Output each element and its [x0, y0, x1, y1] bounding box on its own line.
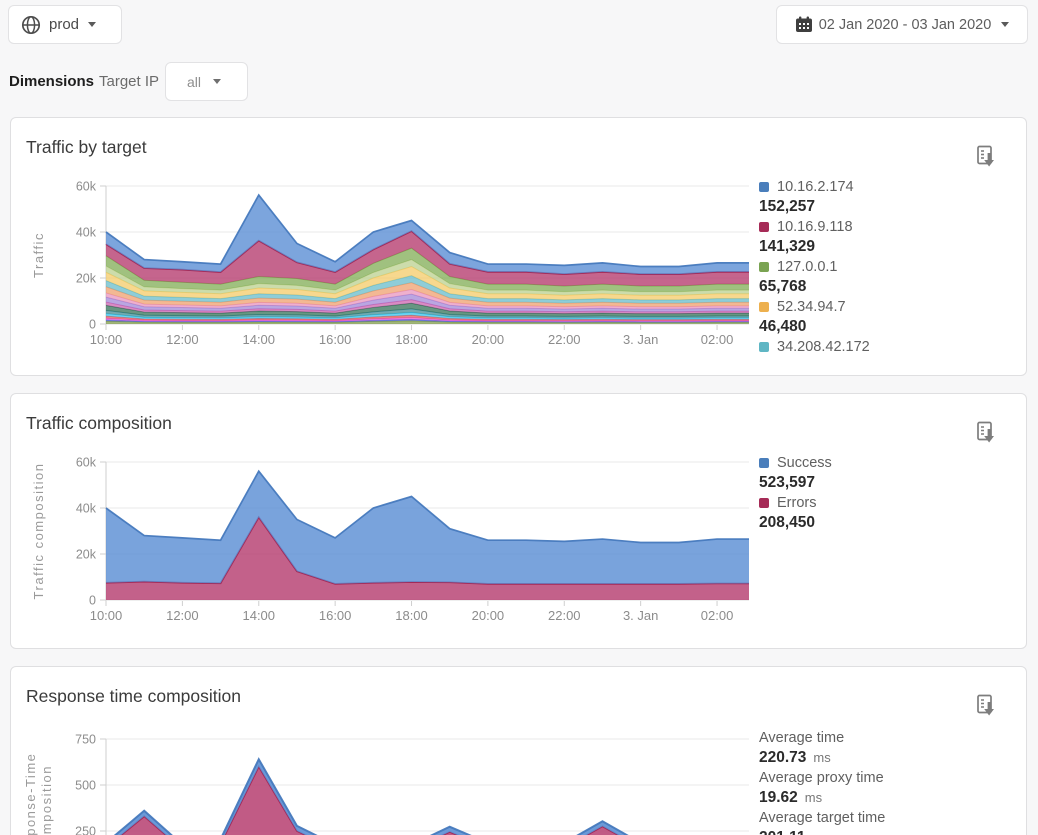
target-ip-dropdown-value: all — [187, 74, 201, 90]
svg-text:0: 0 — [89, 318, 96, 332]
legend-label: 10.16.2.174 — [777, 179, 854, 195]
stat-value: 19.62ms — [759, 788, 1018, 808]
svg-text:Traffic: Traffic — [31, 232, 46, 278]
svg-text:500: 500 — [75, 779, 96, 793]
date-range-selector[interactable]: 02 Jan 2020 - 03 Jan 2020 — [776, 5, 1028, 44]
report-download-icon[interactable] — [976, 694, 998, 718]
panel-title: Response time composition — [26, 686, 241, 707]
legend-swatch — [759, 222, 769, 232]
svg-text:14:00: 14:00 — [242, 608, 275, 623]
stat-label: Average target time — [759, 808, 1018, 828]
svg-text:Traffic composition: Traffic composition — [31, 463, 46, 600]
legend-item[interactable]: 10.16.2.174 152,257 — [759, 177, 1018, 217]
svg-text:22:00: 22:00 — [548, 608, 581, 623]
svg-text:3. Jan: 3. Jan — [623, 608, 658, 623]
svg-text:22:00: 22:00 — [548, 332, 581, 347]
svg-text:18:00: 18:00 — [395, 608, 428, 623]
dashboard-page: prod 02 Jan 2020 - 03 Jan 2020 Dimension… — [0, 0, 1038, 835]
legend-label: Success — [777, 455, 832, 471]
svg-text:16:00: 16:00 — [319, 332, 352, 347]
legend-item[interactable]: 52.34.94.7 46,480 — [759, 297, 1018, 337]
panel-title: Traffic by target — [26, 137, 147, 158]
legend-label: 34.208.42.172 — [777, 339, 870, 355]
svg-text:02:00: 02:00 — [701, 608, 734, 623]
svg-text:12:00: 12:00 — [166, 608, 199, 623]
stat-label: Average proxy time — [759, 768, 1018, 788]
report-download-icon[interactable] — [976, 421, 998, 445]
svg-text:0: 0 — [89, 594, 96, 608]
svg-text:16:00: 16:00 — [319, 608, 352, 623]
legend-label: 10.16.9.118 — [777, 219, 853, 235]
dimensions-label: Dimensions — [9, 73, 94, 90]
svg-text:18:00: 18:00 — [395, 332, 428, 347]
svg-text:750: 750 — [75, 733, 96, 747]
svg-text:10:00: 10:00 — [90, 608, 123, 623]
legend-item[interactable]: 127.0.0.1 65,768 — [759, 257, 1018, 297]
stat-value: 220.73ms — [759, 748, 1018, 768]
stat-unit: ms — [805, 790, 822, 805]
chevron-down-icon — [88, 22, 96, 27]
svg-text:20:00: 20:00 — [472, 608, 505, 623]
chart-legend: 10.16.2.174152,25710.16.9.118141,329127.… — [759, 177, 1018, 357]
svg-text:3. Jan: 3. Jan — [623, 332, 658, 347]
legend-value: 523,597 — [759, 473, 1018, 493]
response-time-composition-chart: 025050075010:0012:0014:0016:0018:0020:00… — [11, 721, 749, 835]
legend-value: 65,768 — [759, 277, 1018, 297]
date-range-label: 02 Jan 2020 - 03 Jan 2020 — [819, 17, 992, 33]
legend-swatch — [759, 458, 769, 468]
svg-text:12:00: 12:00 — [166, 332, 199, 347]
legend-label: 127.0.0.1 — [777, 259, 837, 275]
svg-text:20k: 20k — [76, 272, 97, 286]
svg-text:60k: 60k — [76, 180, 97, 194]
stat-value: 201.11 — [759, 828, 1018, 835]
legend-value: 152,257 — [759, 197, 1018, 217]
legend-item[interactable]: Success 523,597 — [759, 453, 1018, 493]
response-time-stats: Average time220.73msAverage proxy time19… — [759, 728, 1018, 835]
panel-traffic-by-target: Traffic by target 0 20k 40k 60k 10:00 12:00 14… — [10, 117, 1027, 376]
svg-text:20:00: 20:00 — [472, 332, 505, 347]
legend-value: 46,480 — [759, 317, 1018, 337]
environment-label: prod — [49, 16, 79, 33]
target-ip-dropdown[interactable]: all — [165, 62, 248, 101]
svg-text:250: 250 — [75, 825, 96, 835]
legend-swatch — [759, 262, 769, 272]
panel-title: Traffic composition — [26, 413, 172, 434]
legend-swatch — [759, 498, 769, 508]
legend-label: Errors — [777, 495, 816, 511]
legend-item[interactable]: Errors 208,450 — [759, 493, 1018, 533]
svg-text:40k: 40k — [76, 502, 97, 516]
environment-selector[interactable]: prod — [8, 5, 122, 44]
legend-value: 141,329 — [759, 237, 1018, 257]
stat-label: Average time — [759, 728, 1018, 748]
globe-icon — [21, 15, 41, 35]
legend-value: 208,450 — [759, 513, 1018, 533]
chevron-down-icon — [213, 79, 221, 84]
svg-text:20k: 20k — [76, 548, 97, 562]
svg-text:composition: composition — [39, 765, 54, 835]
svg-text:60k: 60k — [76, 456, 97, 470]
traffic-composition-chart: 0 20k 40k 60k 10:00 12:00 14:00 16:00 18:00 20:00… — [11, 449, 749, 649]
legend-label: 52.34.94.7 — [777, 299, 846, 315]
legend-swatch — [759, 302, 769, 312]
traffic-by-target-chart: 0 20k 40k 60k 10:00 12:00 14:00 16:00 18:00 20:00… — [11, 173, 749, 373]
svg-text:14:00: 14:00 — [242, 332, 275, 347]
calendar-icon — [795, 16, 813, 33]
report-download-icon[interactable] — [976, 145, 998, 169]
target-ip-label: Target IP — [99, 73, 159, 90]
svg-text:Response-Time: Response-Time — [23, 753, 38, 835]
legend-swatch — [759, 182, 769, 192]
legend-item[interactable]: 34.208.42.172 — [759, 337, 1018, 357]
panel-traffic-composition: Traffic composition 0 20k 40k 60k 10:00 12:00… — [10, 393, 1027, 649]
svg-text:40k: 40k — [76, 226, 97, 240]
svg-text:10:00: 10:00 — [90, 332, 123, 347]
panel-response-time-composition: Response time composition 025050075010:0… — [10, 666, 1027, 835]
stat-unit: ms — [813, 750, 830, 765]
legend-swatch — [759, 342, 769, 352]
chevron-down-icon — [1001, 22, 1009, 27]
legend-item[interactable]: 10.16.9.118 141,329 — [759, 217, 1018, 257]
chart-legend: Success 523,597 Errors 208,450 — [759, 453, 1018, 633]
svg-text:02:00: 02:00 — [701, 332, 734, 347]
